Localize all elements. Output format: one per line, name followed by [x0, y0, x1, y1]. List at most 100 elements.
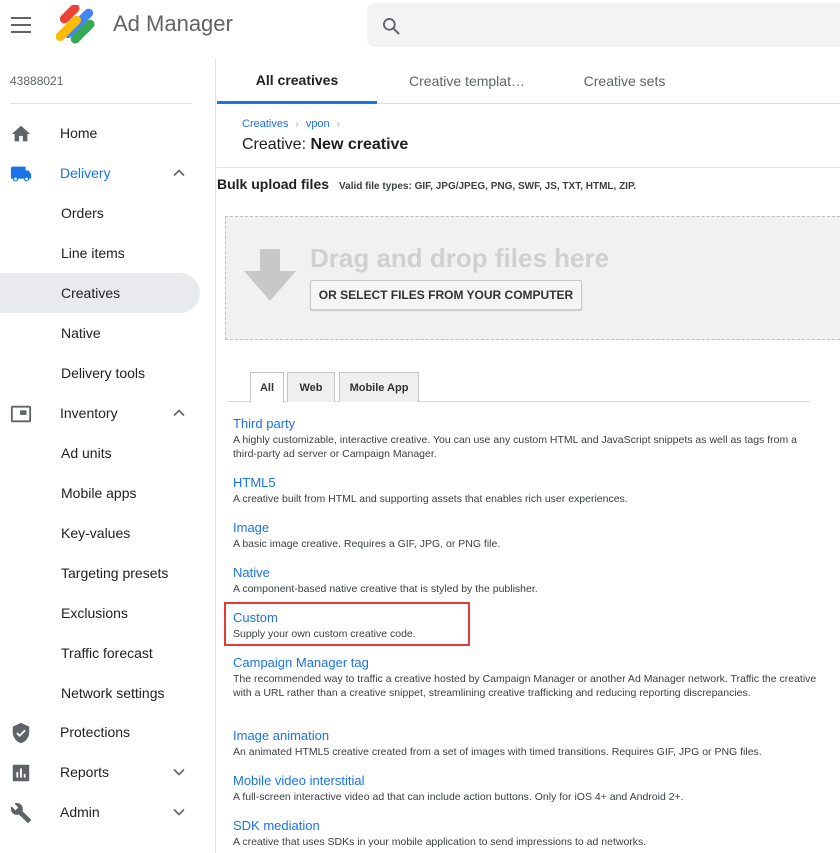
creative-type-item: Campaign Manager tag The recommended way…: [233, 654, 823, 700]
file-dropzone[interactable]: Drag and drop files here OR SELECT FILES…: [225, 216, 840, 340]
bulk-upload-title: Bulk upload files: [217, 176, 330, 192]
creative-type-desc: A creative built from HTML and supportin…: [233, 493, 628, 505]
chevron-right-icon: ›: [295, 118, 299, 130]
creative-type-desc: A component-based native creative that i…: [233, 583, 538, 595]
creative-tabs: All creatives Creative templat… Creative…: [217, 58, 840, 104]
sidebar-item-label: Home: [60, 125, 98, 141]
creative-type-item: SDK mediation A creative that uses SDKs …: [233, 817, 823, 849]
sidebar-item-label: Traffic forecast: [61, 645, 153, 661]
sidebar-item-mobile-apps[interactable]: Mobile apps: [0, 473, 200, 513]
search-bar[interactable]: [367, 3, 840, 47]
creative-type-item: Image A basic image creative. Requires a…: [233, 519, 823, 551]
sidebar-item-inventory[interactable]: Inventory: [0, 393, 200, 433]
type-tab-all[interactable]: All: [250, 372, 284, 403]
sidebar: 43888021 Home Delivery Orders Line items…: [0, 58, 216, 853]
title-divider: [217, 167, 840, 168]
home-icon: [11, 125, 31, 142]
tab-creative-sets[interactable]: Creative sets: [562, 58, 687, 104]
sidebar-item-creatives[interactable]: Creatives: [0, 273, 200, 313]
type-tab-web[interactable]: Web: [287, 372, 335, 402]
sidebar-item-delivery-tools[interactable]: Delivery tools: [0, 353, 200, 393]
sidebar-item-line-items[interactable]: Line items: [0, 233, 200, 273]
sidebar-item-label: Delivery: [60, 165, 111, 181]
creative-type-sdk-mediation[interactable]: SDK mediation: [233, 818, 320, 833]
sidebar-divider: [10, 103, 192, 104]
sidebar-item-protections[interactable]: Protections: [0, 712, 200, 752]
page-title: Creative: New creative: [242, 136, 408, 154]
creative-type-item: Native A component-based native creative…: [233, 564, 823, 596]
tab-creative-templates[interactable]: Creative templat…: [392, 58, 542, 104]
sidebar-item-key-values[interactable]: Key-values: [0, 513, 200, 553]
breadcrumb-creatives[interactable]: Creatives: [242, 118, 288, 130]
shield-icon: [12, 722, 30, 744]
network-id: 43888021: [10, 74, 64, 88]
top-bar: Ad Manager: [0, 0, 840, 52]
sidebar-item-admin[interactable]: Admin: [0, 792, 200, 832]
drop-files-text: Drag and drop files here: [310, 243, 610, 273]
creative-type-item: Third party A highly customizable, inter…: [233, 415, 823, 461]
creative-type-mobile-video-interstitial[interactable]: Mobile video interstitial: [233, 773, 365, 788]
chevron-up-icon[interactable]: [172, 166, 186, 180]
sidebar-item-label: Native: [61, 325, 101, 341]
sidebar-item-label: Targeting presets: [61, 565, 169, 581]
sidebar-item-label: Exclusions: [61, 605, 128, 621]
wrench-icon: [10, 803, 32, 824]
sidebar-item-label: Key-values: [61, 525, 131, 541]
creative-type-html5[interactable]: HTML5: [233, 475, 276, 490]
main-content: All creatives Creative templat… Creative…: [217, 58, 840, 853]
sidebar-item-label: Ad units: [61, 445, 112, 461]
breadcrumb-vpon[interactable]: vpon: [306, 118, 330, 130]
select-files-button[interactable]: OR SELECT FILES FROM YOUR COMPUTER: [310, 280, 582, 310]
chevron-up-icon[interactable]: [172, 406, 186, 420]
type-tab-mobile-app[interactable]: Mobile App: [339, 372, 419, 402]
creative-type-desc: A basic image creative. Requires a GIF, …: [233, 538, 501, 550]
creative-type-image[interactable]: Image: [233, 520, 269, 535]
creative-type-campaign-manager-tag[interactable]: Campaign Manager tag: [233, 655, 369, 670]
creative-type-native[interactable]: Native: [233, 565, 270, 580]
menu-icon[interactable]: [11, 17, 31, 33]
sidebar-item-network-settings[interactable]: Network settings: [0, 673, 200, 713]
creative-type-desc: A full-screen interactive video ad that …: [233, 791, 684, 803]
chevron-down-icon[interactable]: [172, 805, 186, 819]
sidebar-item-label: Admin: [60, 804, 100, 820]
page-title-bold: New creative: [310, 136, 409, 153]
sidebar-item-label: Line items: [61, 245, 125, 261]
sidebar-item-label: Mobile apps: [61, 485, 137, 501]
sidebar-item-delivery[interactable]: Delivery: [0, 153, 200, 193]
valid-file-types: Valid file types: GIF, JPG/JPEG, PNG, SW…: [339, 181, 637, 192]
chevron-down-icon[interactable]: [172, 765, 186, 779]
creative-type-tabs: All Web Mobile App: [227, 370, 810, 403]
creative-type-third-party[interactable]: Third party: [233, 416, 295, 431]
creative-type-desc: The recommended way to traffic a creativ…: [233, 673, 817, 699]
creative-type-desc: A highly customizable, interactive creat…: [233, 434, 797, 460]
sidebar-item-ad-units[interactable]: Ad units: [0, 433, 200, 473]
sidebar-item-exclusions[interactable]: Exclusions: [0, 593, 200, 633]
search-icon[interactable]: [381, 16, 401, 36]
creative-type-item: HTML5 A creative built from HTML and sup…: [233, 474, 823, 506]
truck-icon: [10, 166, 32, 182]
creative-type-desc: An animated HTML5 creative created from …: [233, 746, 762, 758]
sidebar-item-traffic-forecast[interactable]: Traffic forecast: [0, 633, 200, 673]
creative-type-desc: A creative that uses SDKs in your mobile…: [233, 836, 647, 848]
sidebar-item-orders[interactable]: Orders: [0, 193, 200, 233]
sidebar-item-home[interactable]: Home: [0, 113, 200, 153]
tab-all-creatives[interactable]: All creatives: [217, 58, 377, 104]
bar-chart-icon: [12, 764, 30, 782]
sidebar-item-label: Delivery tools: [61, 365, 146, 381]
chevron-right-icon: ›: [336, 118, 341, 130]
app-title: Ad Manager: [113, 11, 233, 36]
sidebar-item-targeting-presets[interactable]: Targeting presets: [0, 553, 200, 593]
sidebar-item-label: Protections: [60, 724, 131, 740]
breadcrumb: Creatives › vpon ›: [242, 118, 340, 130]
creative-type-image-animation[interactable]: Image animation: [233, 728, 329, 743]
bulk-upload-heading: Bulk upload files Valid file types: GIF,…: [217, 176, 636, 192]
creative-type-item: Image animation An animated HTML5 creati…: [233, 727, 823, 759]
sidebar-item-native[interactable]: Native: [0, 313, 200, 353]
sidebar-item-label: Orders: [61, 205, 104, 221]
sidebar-item-label: Network settings: [61, 685, 165, 701]
download-arrow-icon: [244, 249, 296, 301]
page-title-prefix: Creative:: [242, 136, 307, 153]
sidebar-item-reports[interactable]: Reports: [0, 752, 200, 792]
sidebar-item-label: Reports: [60, 764, 110, 780]
custom-highlight-box: [224, 602, 470, 646]
